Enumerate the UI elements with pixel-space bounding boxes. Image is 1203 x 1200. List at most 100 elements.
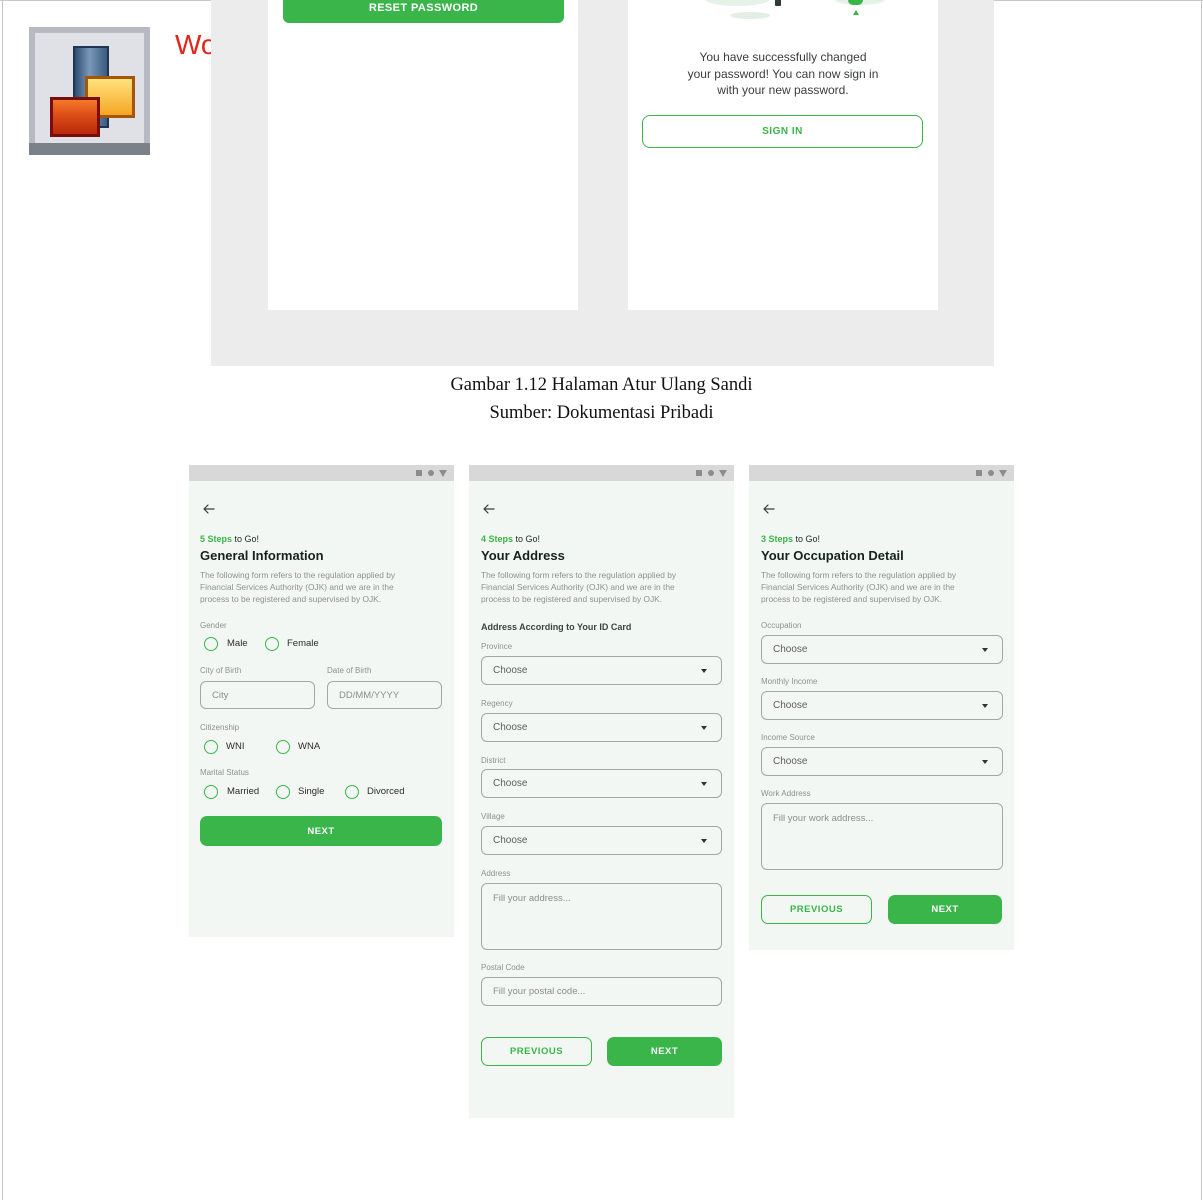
district-select[interactable]: Choose [481,769,722,798]
description-line: Financial Services Authority (OJK) and w… [761,582,955,592]
description-line: process to be registered and supervised … [481,594,663,604]
address-screen: 4 Steps to Go! Your Address The followin… [469,465,734,1118]
gender-label: Gender [200,621,227,630]
occupation-select[interactable]: Choose [761,635,1003,664]
steps-count: 4 Steps [481,534,514,544]
marital-status-label: Marital Status [200,768,249,777]
date-of-birth-label: Date of Birth [327,666,372,675]
triangle-down-icon [999,470,1007,477]
reset-password-button[interactable]: RESET PASSWORD [283,0,564,23]
radio-divorced[interactable] [345,785,359,799]
radio-male-label[interactable]: Male [227,638,248,649]
monthly-income-selected: Choose [773,700,808,711]
page-border-left [2,0,3,1200]
radio-single-label[interactable]: Single [298,786,324,797]
page-title: Your Occupation Detail [761,548,904,563]
circle-icon [428,470,434,476]
circle-icon [708,470,714,476]
regency-select[interactable]: Choose [481,713,722,742]
form-description: The following form refers to the regulat… [200,569,395,605]
illustration-shadow-shape [730,12,770,19]
success-message: You have successfully changed your passw… [628,49,938,99]
previous-button[interactable]: PREVIOUS [761,895,872,924]
radio-wna[interactable] [276,740,290,754]
village-selected: Choose [493,835,528,846]
password-changed-screen: You have successfully changed your passw… [628,0,938,310]
description-line: The following form refers to the regulat… [761,570,957,580]
success-message-line: your password! You can now sign in [687,66,879,81]
radio-married-label[interactable]: Married [227,786,259,797]
page-title: Your Address [481,548,565,563]
next-button[interactable]: NEXT [888,895,1002,924]
chevron-down-icon [982,760,988,764]
work-address-textarea[interactable] [761,803,1003,870]
occupation-label: Occupation [761,621,802,630]
province-select[interactable]: Choose [481,656,722,685]
city-of-birth-label: City of Birth [200,666,242,675]
radio-single[interactable] [276,785,290,799]
success-message-line: You have successfully changed [699,50,867,64]
steps-count: 3 Steps [761,534,794,544]
radio-female-label[interactable]: Female [287,638,319,649]
page-title: General Information [200,548,324,563]
radio-wni[interactable] [204,740,218,754]
postal-code-input[interactable] [481,977,722,1006]
description-line: The following form refers to the regulat… [200,570,396,580]
back-arrow-icon[interactable] [763,504,775,514]
next-button[interactable]: NEXT [200,816,442,846]
figure-reset-password: RESET PASSWORD You have successfully cha… [211,0,994,366]
city-of-birth-input[interactable] [200,681,315,709]
steps-remaining: 5 Steps to Go! [200,534,259,544]
back-arrow-icon[interactable] [203,504,215,514]
sign-in-button[interactable]: SIGN IN [642,115,923,148]
district-label: District [481,756,506,765]
radio-divorced-label[interactable]: Divorced [367,786,405,797]
radio-male[interactable] [204,637,218,651]
success-illustration [628,0,938,22]
triangle-down-icon [719,470,727,477]
square-icon [976,470,982,476]
monthly-income-select[interactable]: Choose [761,691,1003,720]
form-description: The following form refers to the regulat… [761,569,956,605]
reset-password-screen: RESET PASSWORD [268,0,578,310]
status-bar [749,465,1014,481]
icon-red-box [50,97,100,137]
chevron-down-icon [982,648,988,652]
illustration-sprout [853,10,859,15]
radio-wna-label[interactable]: WNA [298,741,320,752]
page-border-right [1201,0,1202,1200]
radio-female[interactable] [265,637,279,651]
citizenship-label: Citizenship [200,723,240,732]
chevron-down-icon [701,669,707,673]
steps-suffix: to Go! [515,534,541,544]
date-of-birth-input[interactable] [327,681,442,709]
chevron-down-icon [701,782,707,786]
work-address-label: Work Address [761,789,811,798]
description-line: process to be registered and supervised … [200,594,382,604]
address-label: Address [481,869,511,878]
back-arrow-icon[interactable] [483,504,495,514]
next-button[interactable]: NEXT [607,1037,722,1066]
occupation-screen: 3 Steps to Go! Your Occupation Detail Th… [749,465,1014,950]
success-message-line: with your new password. [717,83,849,97]
regency-selected: Choose [493,722,528,733]
income-source-select[interactable]: Choose [761,747,1003,776]
previous-button[interactable]: PREVIOUS [481,1037,592,1066]
steps-remaining: 4 Steps to Go! [481,534,540,544]
square-icon [696,470,702,476]
postal-code-label: Postal Code [481,963,525,972]
steps-count: 5 Steps [200,534,233,544]
chevron-down-icon [982,704,988,708]
steps-suffix: to Go! [795,534,821,544]
radio-wni-label[interactable]: WNI [226,741,244,752]
description-line: Financial Services Authority (OJK) and w… [481,582,675,592]
village-select[interactable]: Choose [481,826,722,855]
triangle-down-icon [439,470,447,477]
income-source-selected: Choose [773,756,808,767]
province-selected: Choose [493,665,528,676]
regency-label: Regency [481,699,513,708]
occupation-selected: Choose [773,644,808,655]
radio-married[interactable] [204,785,218,799]
monthly-income-label: Monthly Income [761,677,818,686]
address-textarea[interactable] [481,883,722,950]
